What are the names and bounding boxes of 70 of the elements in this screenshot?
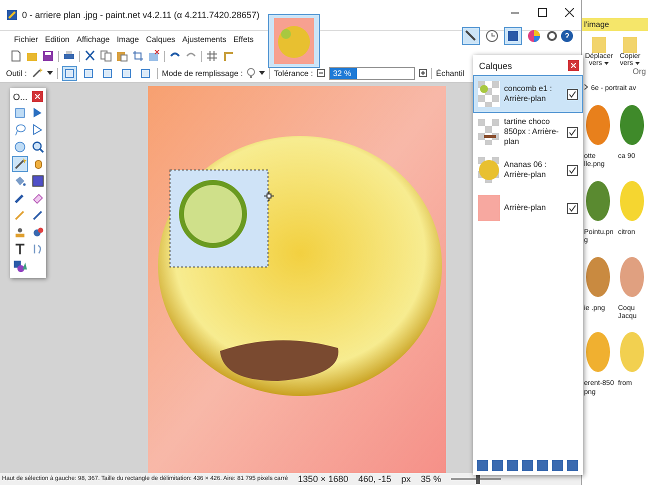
caret-icon[interactable] [635,62,640,65]
paste-icon[interactable] [116,50,128,62]
wand-tool-icon[interactable] [12,156,28,172]
layer-thumbnail [478,157,500,183]
tools-window-title: O... [13,92,28,102]
crop-icon[interactable] [132,50,144,62]
visibility-checkbox[interactable] [567,164,578,176]
grid-icon[interactable] [206,50,218,62]
deselect-icon[interactable] [148,50,160,62]
tolerance-slider[interactable]: 32 % [328,66,415,80]
help-icon[interactable] [561,30,573,42]
layer-item[interactable]: Ananas 06 : Arrière-plan [473,151,583,189]
scissors-icon[interactable] [84,50,96,62]
menu-item[interactable]: Calques [146,35,176,44]
window-title: 0 - arriere plan .jpg - paint.net v4.2.11 (α 4.211.7420.28657) [22,10,260,20]
minus-icon[interactable] [316,69,325,78]
zoom-tool-icon[interactable] [30,139,46,155]
plus-icon[interactable] [418,69,427,78]
tool-label: Outil : [6,68,27,78]
fill-mode-label: Mode de remplissage : [162,68,243,78]
visibility-checkbox[interactable] [567,88,578,100]
tools-toggle-icon[interactable] [462,26,480,45]
tolerance-value: 32 % [332,68,352,79]
close-button[interactable] [32,91,43,102]
close-button[interactable] [568,60,579,71]
layer-name: tartine choco 850px : Arrière-plan [504,117,560,147]
layer-item[interactable]: Arrière-plan [473,189,583,227]
layer-name: Ananas 06 : Arrière-plan [504,160,548,180]
shapes-tool-icon[interactable] [12,258,28,274]
layer-item[interactable]: concomb e1 : Arrière-plan [473,75,583,113]
caret-icon[interactable] [604,62,610,65]
ribbon-group-label: Org [632,67,647,76]
dropdown-caret-icon[interactable] [46,71,53,76]
sampling-label: Échantil [436,68,464,78]
layer-thumbnail [478,119,500,145]
menu-item[interactable]: Affichage [76,35,110,44]
dropdown-caret-icon[interactable] [258,71,265,76]
visibility-checkbox[interactable] [567,126,578,138]
menu-item[interactable]: Edition [45,35,70,44]
selection-mode-button[interactable] [62,66,77,81]
close-icon[interactable] [565,8,574,17]
tolerance-label: Tolérance : [274,68,313,78]
maximize-icon[interactable] [538,8,547,17]
ellipse-tool-icon[interactable] [12,139,28,155]
settings-icon[interactable] [546,30,558,42]
rect-tool-icon[interactable] [12,105,28,121]
menu-item[interactable]: Image [116,35,139,44]
layer-item[interactable]: tartine choco 850px : Arrière-plan [473,113,583,151]
image-size: 1350 × 1680 [298,474,348,484]
menu-item[interactable]: Ajustements [182,35,226,44]
layers-toggle-icon[interactable] [504,26,522,45]
ribbon-tab[interactable]: l'image [582,18,648,31]
menu-item[interactable]: Fichier [14,35,38,44]
cursor-position: 460, -15 [358,474,392,484]
app-icon [6,8,18,21]
layer-thumbnail [478,81,500,107]
visibility-checkbox[interactable] [567,202,578,214]
zoom-value: 35 % [420,474,442,484]
magic-wand-icon[interactable] [30,67,43,80]
layer-thumbnail [478,195,500,221]
copy-icon[interactable] [100,50,112,62]
layers-window-title: Calques [479,60,512,70]
unit-label: px [401,474,411,484]
chevron-icon [584,84,588,90]
gradient-tool-icon[interactable] [30,173,46,189]
menu-item[interactable]: Effets [233,35,254,44]
layer-name: concomb e1 : Arrière-plan [504,84,554,104]
new-file-icon[interactable] [10,50,22,62]
layer-name: Arrière-plan [504,203,547,213]
save-icon[interactable] [42,50,54,62]
